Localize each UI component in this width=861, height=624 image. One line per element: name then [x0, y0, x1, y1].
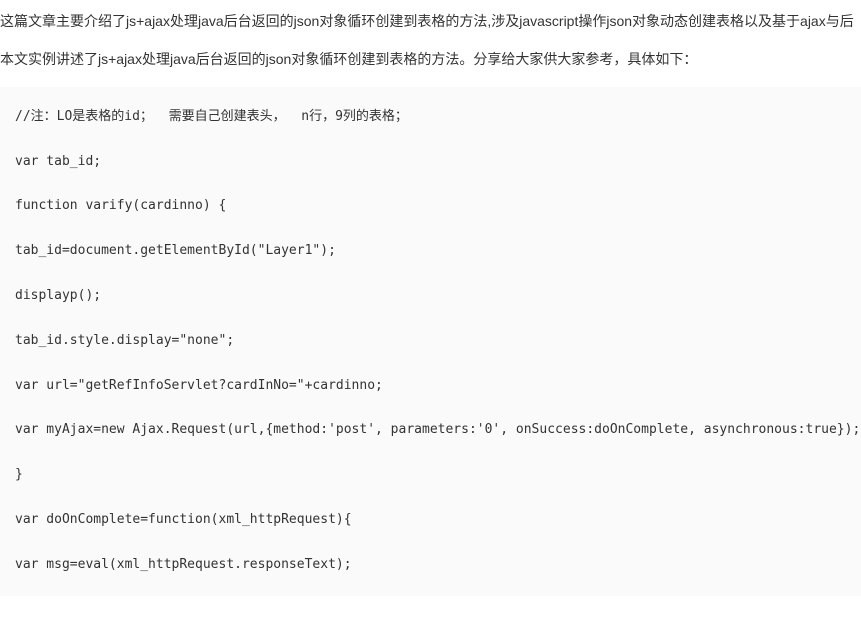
- code-line: displayp();: [15, 286, 846, 307]
- code-line: var url="getRefInfoServlet?cardInNo="+ca…: [15, 376, 846, 397]
- description-text: 本文实例讲述了js+ajax处理java后台返回的json对象循环创建到表格的方…: [0, 51, 697, 67]
- code-line: var doOnComplete=function(xml_httpReques…: [15, 510, 846, 531]
- code-line: function varify(cardinno) {: [15, 196, 846, 217]
- code-line: //注：LO是表格的id； 需要自己创建表头， n行，9列的表格；: [15, 107, 846, 128]
- code-line: tab_id=document.getElementById("Layer1")…: [15, 241, 846, 262]
- article-description: 本文实例讲述了js+ajax处理java后台返回的json对象循环创建到表格的方…: [0, 42, 861, 76]
- code-block: //注：LO是表格的id； 需要自己创建表头， n行，9列的表格； var ta…: [0, 87, 861, 596]
- code-line: tab_id.style.display="none";: [15, 331, 846, 352]
- code-line: var myAjax=new Ajax.Request(url,{method:…: [15, 420, 846, 441]
- code-line: var msg=eval(xml_httpRequest.responseTex…: [15, 555, 846, 576]
- code-line: }: [15, 465, 846, 486]
- article-intro: 这篇文章主要介绍了js+ajax处理java后台返回的json对象循环创建到表格…: [0, 0, 861, 42]
- code-line: var tab_id;: [15, 152, 846, 173]
- intro-text: 这篇文章主要介绍了js+ajax处理java后台返回的json对象循环创建到表格…: [0, 13, 854, 29]
